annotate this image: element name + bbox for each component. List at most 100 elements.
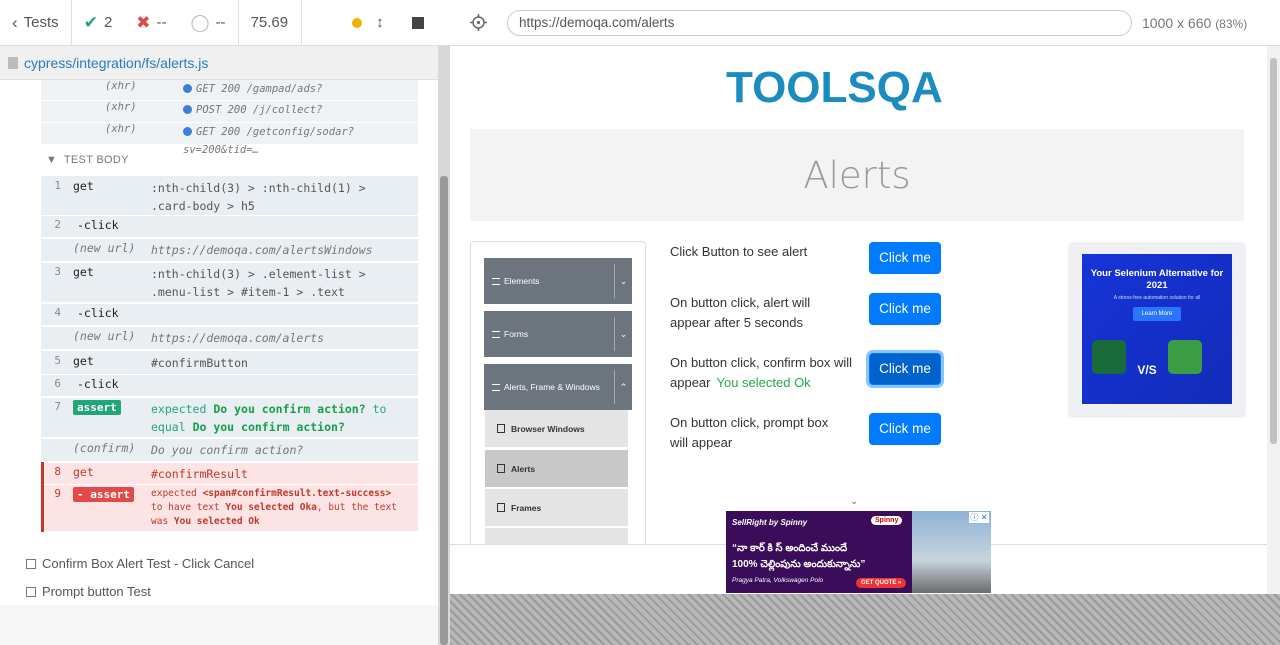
xhr-row[interactable]: (xhr) GET 200 /gampad/ads?gdfp_req=1&pvs… <box>41 80 418 113</box>
menu-item-partial[interactable] <box>485 528 628 544</box>
msg-part: expected <box>151 488 197 499</box>
command-row[interactable]: 6 -click <box>41 375 418 397</box>
test-pending-icon <box>26 558 36 569</box>
command-number: 2 <box>54 218 61 231</box>
command-number: 8 <box>54 465 61 478</box>
command-name: -click <box>77 218 119 232</box>
group-label: Alerts, Frame & Windows <box>504 382 600 392</box>
tests-label: Tests <box>23 14 59 31</box>
msg-part: expected <box>151 402 207 416</box>
ad-cta-button[interactable]: GET QUOTE » <box>856 578 907 588</box>
test-item[interactable]: Confirm Box Alert Test - Click Cancel <box>26 556 254 571</box>
command-message: https://demoqa.com/alerts <box>151 331 325 345</box>
item-label: Frames <box>511 502 542 513</box>
command-row[interactable]: (new url) https://demoqa.com/alertsWindo… <box>41 239 418 262</box>
menu-item-frames[interactable]: Frames <box>485 489 628 527</box>
spec-file-bar: cypress/integration/fs/alerts.js <box>0 46 438 80</box>
chevron-down-icon: ⌄ <box>614 264 632 298</box>
command-row[interactable]: (new url) https://demoqa.com/alerts <box>41 327 418 350</box>
chevron-left-icon: ‹ <box>12 12 18 32</box>
xhr-row[interactable]: (xhr) POST 200 /j/collect?v=1&_v=j91&a=3… <box>41 101 418 134</box>
menu-item-alerts[interactable]: Alerts <box>485 450 628 488</box>
command-number: 6 <box>54 377 61 390</box>
scrollbar-thumb[interactable] <box>440 176 448 645</box>
test-item[interactable]: Prompt button Test <box>26 584 151 599</box>
command-row[interactable]: 7 assert expected Do you confirm action?… <box>41 398 418 438</box>
app-scrollbar[interactable] <box>1267 46 1280 594</box>
menu-icon <box>492 330 500 338</box>
menu-item-browser-windows[interactable]: Browser Windows <box>485 410 628 448</box>
selenium-logo-icon <box>1168 340 1203 374</box>
command-row[interactable]: 3 get :nth-child(3) > .element-list > .m… <box>41 263 418 303</box>
stop-icon[interactable] <box>411 16 424 29</box>
failed-count: -- <box>156 14 167 31</box>
confirm-button[interactable]: Click me <box>869 353 941 385</box>
ad-brand: SellRight by Spinny <box>732 518 808 527</box>
reporter-scrollbar[interactable] <box>438 46 450 645</box>
stats-bar: ‹ Tests ✔ 2 ✖ -- ◯ -- 75.69 ↕ <box>0 0 450 46</box>
selector-playground-icon[interactable] <box>470 14 487 31</box>
command-row[interactable]: 4 -click <box>41 304 418 326</box>
item-label: Alerts <box>511 463 536 474</box>
command-row[interactable]: 5 get #confirmButton <box>41 351 418 375</box>
command-row-failed[interactable]: 8 get #confirmResult <box>41 463 418 485</box>
ad-line-1: “నా కార్ కి స్ అందించే ముందే <box>732 543 848 554</box>
menu-group-forms[interactable]: Forms ⌄ <box>484 311 632 357</box>
ad-learn-more-button[interactable]: Learn More <box>1132 307 1182 321</box>
xhr-row[interactable]: (xhr) GET 200 /getconfig/sodar?sv=200&ti… <box>41 123 418 156</box>
command-number: 9 <box>54 487 61 500</box>
app-iframe: TOOLSQA Alerts Elements ⌄ Forms ⌄ Alerts… <box>450 46 1267 544</box>
group-label: Forms <box>504 329 529 339</box>
command-row[interactable]: 2 -click <box>41 216 418 238</box>
command-message: #confirmResult <box>151 467 248 481</box>
ad-byline: Pragya Patra, Volkswagen Polo <box>732 577 824 584</box>
test-body-header[interactable]: ▼ TEST BODY <box>46 154 129 166</box>
command-message: Do you confirm action? <box>151 443 304 457</box>
spec-file-link[interactable]: cypress/integration/fs/alerts.js <box>24 55 208 71</box>
msg-highlight: <span#confirmResult.text-success> <box>202 488 392 499</box>
menu-group-alerts[interactable]: Alerts, Frame & Windows ⌃ <box>484 364 632 410</box>
ad-subtitle: A stress-free automation solution for al… <box>1113 295 1201 301</box>
menu-group-elements[interactable]: Elements ⌄ <box>484 258 632 304</box>
xhr-dot-icon <box>183 84 192 93</box>
url-input[interactable]: https://demoqa.com/alerts <box>507 10 1132 36</box>
passed-stat: ✔ 2 <box>72 0 125 46</box>
menu-icon <box>492 383 500 391</box>
command-name: (xhr) <box>105 80 137 92</box>
timer-alert-button[interactable]: Click me <box>869 293 941 325</box>
chevron-down-icon[interactable]: ⌄ <box>850 496 858 507</box>
assert-pass-badge: assert <box>73 400 121 415</box>
timer-alert-label: On button click, alert will appear after… <box>670 295 811 330</box>
ad-tag: Spinny <box>871 516 903 525</box>
command-name: get <box>73 465 94 479</box>
prompt-button[interactable]: Click me <box>869 413 941 445</box>
duration: 75.69 <box>239 0 302 46</box>
aut-header: https://demoqa.com/alerts 1000 x 660 (83… <box>450 0 1280 46</box>
group-label: Elements <box>504 276 540 286</box>
assert-fail-badge: - assert <box>73 487 134 502</box>
command-number: 4 <box>54 306 61 319</box>
controls: ↕ <box>302 0 436 46</box>
alert-button[interactable]: Click me <box>869 242 941 274</box>
command-message: :nth-child(3) > .element-list > .menu-li… <box>151 267 366 299</box>
command-number: 7 <box>54 400 61 413</box>
toolsqa-logo[interactable]: TOOLSQA <box>726 60 996 118</box>
command-row-failed[interactable]: 9 - assert expected <span#confirmResult.… <box>41 485 418 532</box>
viewport-size: 1000 x 660 (83%) <box>1142 15 1247 31</box>
viewport-scale: (83%) <box>1215 17 1248 31</box>
section-title: TEST BODY <box>63 154 129 166</box>
check-icon: ✔ <box>83 12 98 32</box>
scroll-toggle-icon[interactable]: ↕ <box>376 14 384 31</box>
scrollbar-thumb[interactable] <box>1270 58 1277 444</box>
prompt-label: On button click, prompt box will appear <box>670 415 829 450</box>
page-title: Alerts <box>803 154 911 197</box>
command-row[interactable]: (confirm) Do you confirm action? <box>41 439 418 462</box>
versus-icon: V/S <box>1137 363 1157 377</box>
ad-close-icon[interactable]: ⓘ ✕ <box>969 512 989 523</box>
tests-back-button[interactable]: ‹ Tests <box>0 0 72 46</box>
command-message: expected Do you confirm action? to equal… <box>151 400 418 437</box>
command-row[interactable]: 1 get :nth-child(3) > :nth-child(1) > .c… <box>41 176 418 216</box>
confirm-label-block: On button click, confirm box will appear… <box>670 353 860 393</box>
spinny-ad[interactable]: SellRight by Spinny Spinny “నా కార్ కి స… <box>726 511 991 593</box>
selenium-ad[interactable]: Your Selenium Alternative for 2021 A str… <box>1070 244 1244 416</box>
